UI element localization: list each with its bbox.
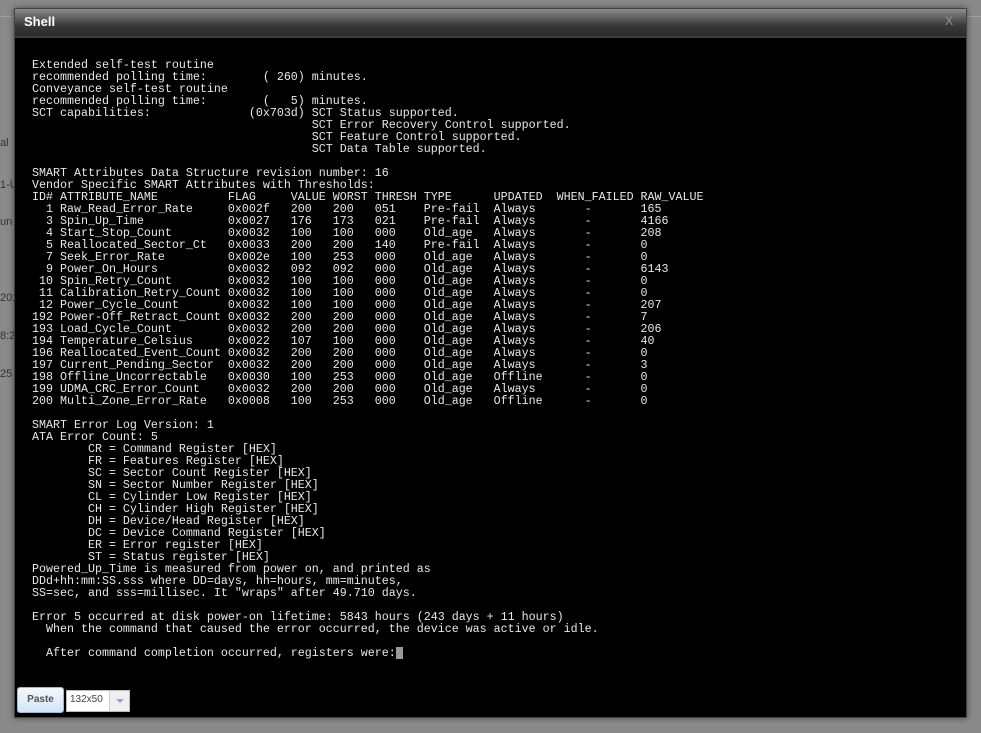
terminal-line-text: When the command that caused the error o… [32,622,599,636]
chevron-down-icon[interactable] [109,691,129,711]
terminal-size-value: 132x50 [70,694,103,705]
background-text: al [0,137,9,149]
terminal-line: SS=sec, and sss=millisec. It "wraps" aft… [32,587,704,599]
terminal-line-text: After command completion occurred, regis… [32,646,396,660]
dialog-titlebar[interactable]: Shell X [15,9,966,38]
dialog-title: Shell [24,14,56,29]
terminal-cursor [395,647,403,659]
terminal-line: After command completion occurred, regis… [32,647,704,659]
terminal-size-select[interactable]: 132x50 [66,690,130,712]
terminal-line: When the command that caused the error o… [32,623,704,635]
close-icon[interactable]: X [945,14,953,28]
terminal-line-text: SCT Data Table supported. [32,142,487,156]
terminal-output[interactable]: Extended self-test routine recommended po… [32,59,704,659]
background-text: 25 [0,368,13,380]
background-text: un [0,216,13,228]
terminal-line-text: 200 Multi_Zone_Error_Rate 0x0008 100 253… [32,394,648,408]
paste-button[interactable]: Paste [17,687,64,713]
background-text: 8:2 [0,330,16,342]
shell-dialog: Shell X Extended self-test routine recomm… [14,8,967,718]
terminal-line: SCT Data Table supported. [32,143,704,155]
terminal-line: 200 Multi_Zone_Error_Rate 0x0008 100 253… [32,395,704,407]
terminal-line-text: SS=sec, and sss=millisec. It "wraps" aft… [32,586,417,600]
